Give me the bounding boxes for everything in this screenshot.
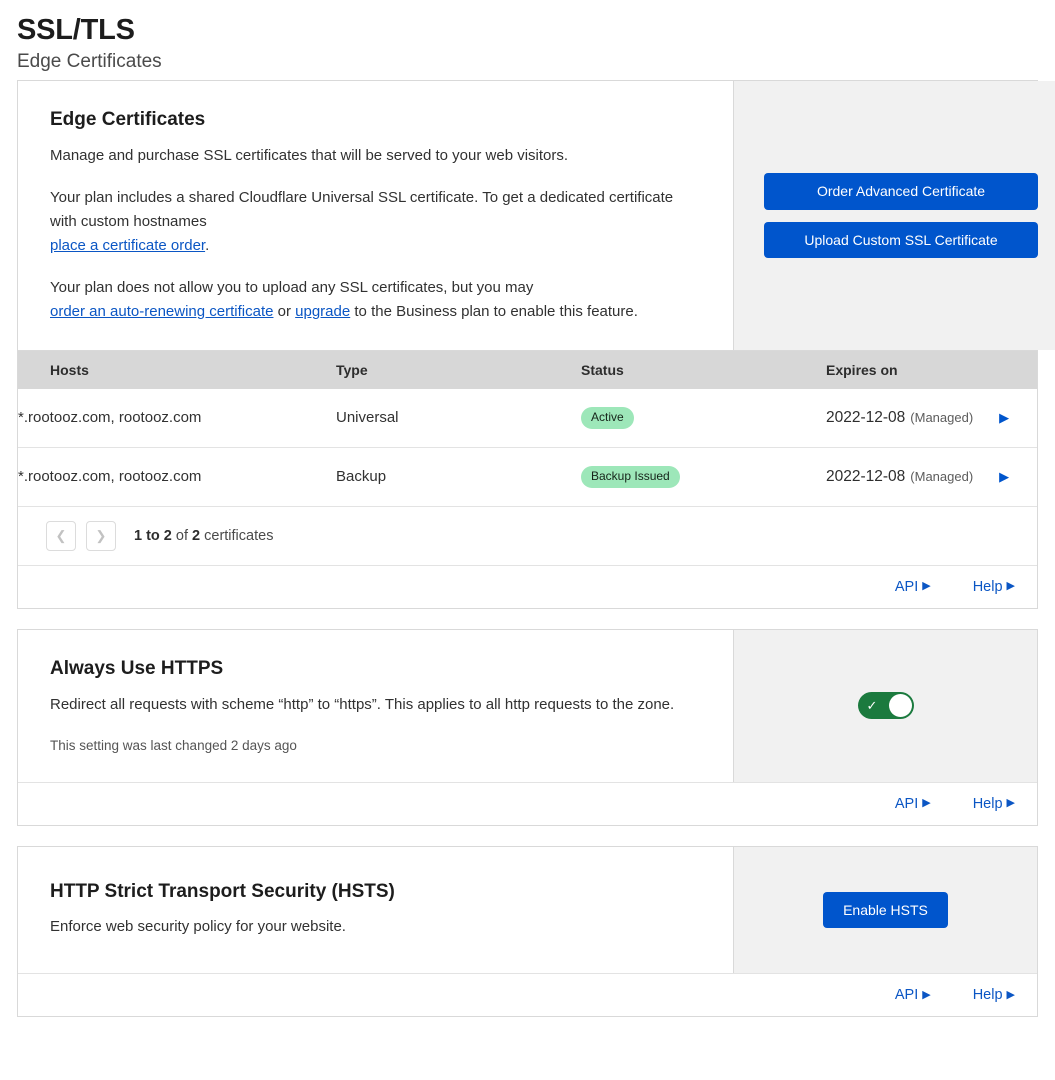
always-use-https-title: Always Use HTTPS: [50, 657, 224, 679]
edge-certificates-main: Edge Certificates Manage and purchase SS…: [18, 81, 734, 350]
status-badge: Backup Issued: [581, 465, 680, 488]
api-link[interactable]: API ▶: [895, 579, 931, 595]
upgrade-link[interactable]: upgrade: [295, 303, 350, 320]
page-subtitle: Edge Certificates: [17, 51, 162, 73]
table-header-row: Hosts Type Status Expires on: [18, 349, 1037, 389]
toggle-knob: [888, 694, 912, 718]
certificates-table-body: *.rootooz.com, rootooz.com Universal Act…: [18, 388, 1037, 507]
edge-certificates-footer: API ▶ Help ▶: [18, 565, 1037, 608]
edge-certificates-title: Edge Certificates: [50, 109, 206, 131]
chevron-left-icon[interactable]: ❮: [46, 520, 76, 551]
caret-right-icon[interactable]: ▶: [999, 470, 1009, 483]
help-label: Help: [972, 795, 1003, 812]
status-badge: Active: [581, 406, 634, 429]
edge-certificates-button-stack: Order Advanced Certificate Upload Custom…: [764, 173, 1038, 258]
expires-managed-label: (Managed): [910, 409, 974, 425]
help-link[interactable]: Help ▶: [973, 796, 1015, 812]
hsts-footer: API ▶ Help ▶: [18, 973, 1037, 1017]
always-use-https-footer: API ▶ Help ▶: [18, 781, 1037, 825]
order-advanced-certificate-button[interactable]: Order Advanced Certificate: [764, 173, 1038, 210]
upload-custom-ssl-certificate-button[interactable]: Upload Custom SSL Certificate: [764, 221, 1038, 258]
always-use-https-body: Always Use HTTPS Redirect all requests w…: [18, 629, 1037, 782]
api-label: API: [894, 578, 919, 595]
table-row[interactable]: *.rootooz.com, rootooz.com Universal Act…: [18, 388, 1037, 448]
pagination-range: 1 to 2: [134, 527, 172, 544]
help-label: Help: [972, 578, 1003, 595]
column-header-hosts: Hosts: [18, 349, 336, 389]
hsts-description: Enforce web security policy for your web…: [50, 918, 346, 936]
api-label: API: [894, 987, 919, 1004]
desc2-period: .: [205, 236, 210, 254]
page-root: SSL/TLS Edge Certificates Edge Certifica…: [0, 0, 1055, 1018]
caret-right-icon: ▶: [1006, 797, 1015, 810]
hsts-control-panel: Enable HSTS: [734, 846, 1037, 974]
help-link[interactable]: Help ▶: [973, 987, 1015, 1003]
cell-hosts: *.rootooz.com, rootooz.com: [18, 447, 336, 507]
pagination-of: of: [171, 527, 193, 544]
hsts-main: HTTP Strict Transport Security (HSTS) En…: [18, 846, 734, 974]
desc3-mid: or: [273, 302, 296, 320]
hsts-title: HTTP Strict Transport Security (HSTS): [50, 880, 395, 902]
caret-right-icon: ▶: [922, 797, 931, 810]
column-header-type: Type: [336, 349, 581, 389]
desc3-end: to the Business plan to enable this feat…: [350, 302, 638, 320]
cell-expires-on: 2022-12-08 (Managed) ▶: [826, 388, 1037, 448]
caret-right-icon: ▶: [922, 580, 931, 593]
expires-date: 2022-12-08: [826, 467, 906, 485]
help-label: Help: [972, 987, 1003, 1004]
desc2-text: Your plan includes a shared Cloudflare U…: [50, 188, 674, 230]
cell-type: Universal: [336, 388, 581, 448]
help-link[interactable]: Help ▶: [973, 579, 1015, 595]
chevron-right-icon[interactable]: ❯: [86, 520, 116, 551]
hsts-card: HTTP Strict Transport Security (HSTS) En…: [17, 845, 1038, 1018]
place-certificate-order-link[interactable]: place a certificate order: [50, 237, 205, 254]
table-row[interactable]: *.rootooz.com, rootooz.com Backup Backup…: [18, 447, 1037, 507]
cell-type: Backup: [336, 447, 581, 507]
expires-wrapper: 2022-12-08 (Managed) ▶: [826, 409, 1027, 427]
pagination-unit: certificates: [200, 527, 274, 544]
edge-certificates-description-1: Manage and purchase SSL certificates tha…: [50, 146, 569, 164]
caret-right-icon[interactable]: ▶: [999, 411, 1009, 424]
edge-certificates-description-2: Your plan includes a shared Cloudflare U…: [50, 186, 703, 258]
edge-certificates-description-3: Your plan does not allow you to upload a…: [50, 276, 703, 324]
order-auto-renewing-certificate-link[interactable]: order an auto-renewing certificate: [50, 303, 273, 320]
always-use-https-last-changed: This setting was last changed 2 days ago: [50, 737, 297, 753]
cell-hosts: *.rootooz.com, rootooz.com: [18, 388, 336, 448]
expires-managed-label: (Managed): [910, 468, 974, 484]
expires-date: 2022-12-08: [826, 408, 906, 426]
always-use-https-description: Redirect all requests with scheme “http”…: [50, 695, 675, 713]
certificates-table-head: Hosts Type Status Expires on: [18, 349, 1037, 389]
always-use-https-toggle[interactable]: ✓: [857, 692, 914, 720]
edge-certificates-body: Edge Certificates Manage and purchase SS…: [18, 81, 1055, 350]
pagination-total: 2: [192, 527, 201, 544]
cell-status: Active: [581, 388, 826, 448]
caret-right-icon: ▶: [1006, 988, 1015, 1001]
api-label: API: [894, 795, 919, 812]
expires-wrapper: 2022-12-08 (Managed) ▶: [826, 468, 1027, 486]
cell-expires-on: 2022-12-08 (Managed) ▶: [826, 447, 1037, 507]
always-use-https-main: Always Use HTTPS Redirect all requests w…: [18, 629, 734, 782]
pagination-summary: 1 to 2 of 2 certificates: [134, 528, 273, 544]
caret-right-icon: ▶: [1006, 580, 1015, 593]
always-use-https-control-panel: ✓: [734, 629, 1037, 782]
desc3-text: Your plan does not allow you to upload a…: [50, 278, 534, 296]
caret-right-icon: ▶: [922, 988, 931, 1001]
cell-status: Backup Issued: [581, 447, 826, 507]
always-use-https-card: Always Use HTTPS Redirect all requests w…: [17, 628, 1038, 826]
certificates-table: Hosts Type Status Expires on *.rootooz.c…: [18, 349, 1037, 507]
pagination: ❮ ❯ 1 to 2 of 2 certificates: [18, 507, 1037, 566]
api-link[interactable]: API ▶: [895, 987, 931, 1003]
api-link[interactable]: API ▶: [895, 796, 931, 812]
page-header: SSL/TLS Edge Certificates: [17, 0, 1038, 80]
column-header-expires-on: Expires on: [826, 349, 1037, 389]
edge-certificates-actions-panel: Order Advanced Certificate Upload Custom…: [734, 81, 1055, 350]
hsts-body: HTTP Strict Transport Security (HSTS) En…: [18, 846, 1037, 974]
check-icon: ✓: [866, 698, 878, 714]
enable-hsts-button[interactable]: Enable HSTS: [823, 891, 948, 929]
page-title: SSL/TLS: [17, 14, 135, 46]
column-header-status: Status: [581, 349, 826, 389]
edge-certificates-card: Edge Certificates Manage and purchase SS…: [17, 80, 1055, 609]
